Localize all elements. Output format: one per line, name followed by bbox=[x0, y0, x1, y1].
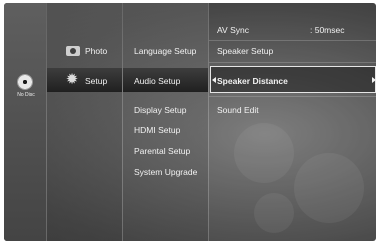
setup-item-parental[interactable]: Parental Setup bbox=[134, 146, 190, 156]
disc-status-column bbox=[4, 3, 46, 241]
column-divider bbox=[208, 3, 209, 241]
audio-item-speaker-setup[interactable]: Speaker Setup bbox=[217, 46, 273, 56]
row-divider bbox=[209, 96, 376, 97]
setup-screen: No Disc Photo ✹ Setup Language Setup Aud… bbox=[4, 3, 376, 241]
main-menu-item-label: Setup bbox=[85, 76, 108, 86]
main-menu-column bbox=[47, 3, 122, 241]
photo-icon bbox=[66, 46, 80, 56]
audio-menu-column bbox=[209, 3, 376, 241]
av-sync-value: : 50msec bbox=[310, 25, 345, 35]
row-divider bbox=[209, 62, 376, 63]
setup-item-display[interactable]: Display Setup bbox=[134, 105, 186, 115]
main-menu-item-label: Photo bbox=[85, 46, 108, 56]
tv-frame: No Disc Photo ✹ Setup Language Setup Aud… bbox=[0, 0, 380, 246]
left-arrow-icon bbox=[212, 77, 216, 83]
setup-menu-column bbox=[123, 3, 208, 241]
setup-item-audio[interactable]: Audio Setup bbox=[134, 76, 180, 86]
column-divider bbox=[122, 3, 123, 241]
disc-status-label: No Disc bbox=[17, 92, 35, 98]
setup-item-language[interactable]: Language Setup bbox=[134, 46, 196, 56]
disc-icon bbox=[17, 74, 33, 90]
setup-item-hdmi[interactable]: HDMI Setup bbox=[134, 125, 180, 135]
row-divider bbox=[209, 40, 376, 41]
column-divider bbox=[46, 3, 47, 241]
right-arrow-icon bbox=[372, 77, 376, 83]
audio-item-speaker-distance[interactable]: Speaker Distance bbox=[217, 76, 288, 86]
setup-item-system-upgrade[interactable]: System Upgrade bbox=[134, 167, 197, 177]
audio-item-av-sync[interactable]: AV Sync bbox=[217, 25, 249, 35]
audio-item-sound-edit[interactable]: Sound Edit bbox=[217, 105, 259, 115]
gear-icon: ✹ bbox=[65, 71, 79, 88]
